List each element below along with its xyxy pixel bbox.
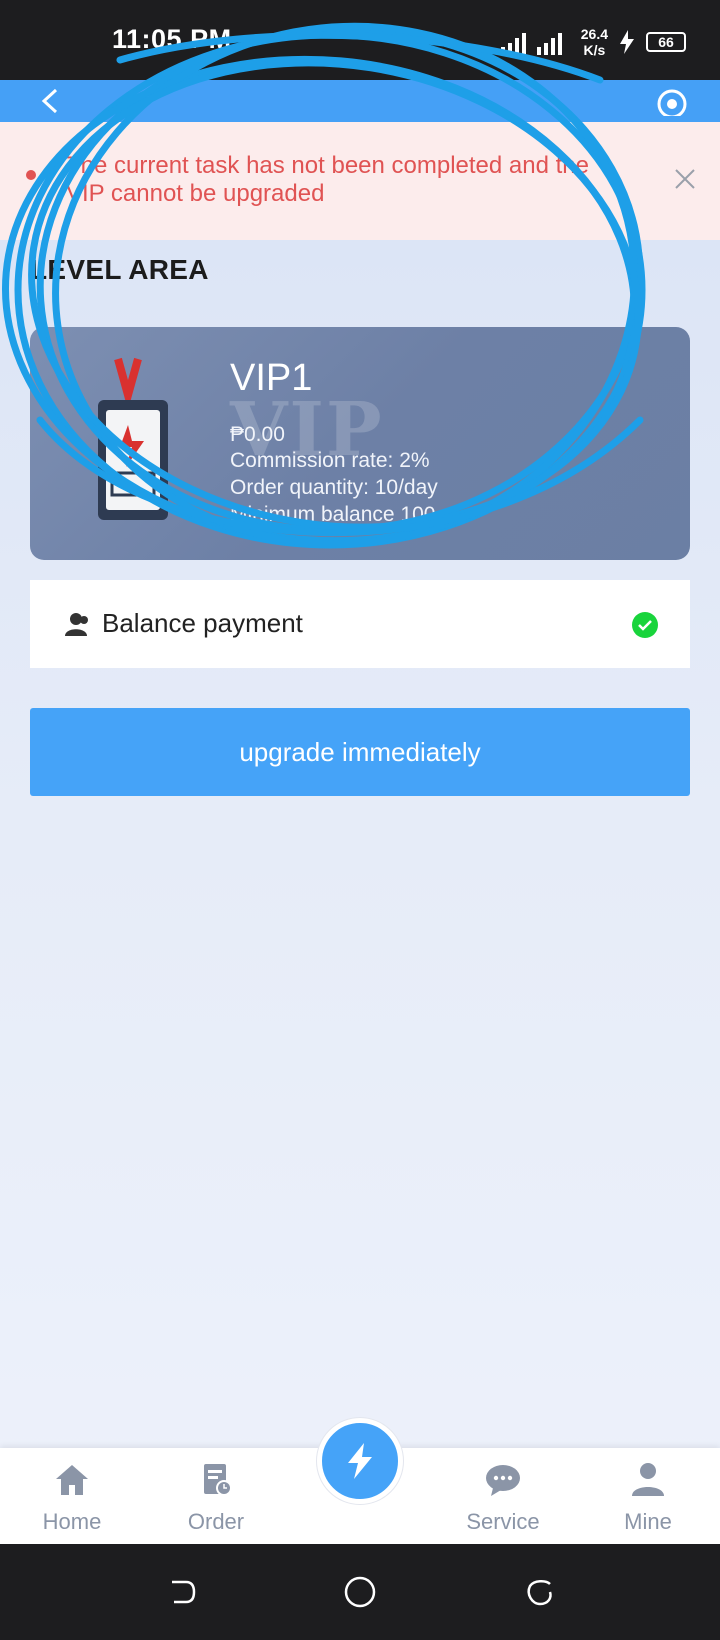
check-icon <box>632 612 658 638</box>
app-header <box>0 80 720 122</box>
signal-icon <box>500 33 562 55</box>
home-gesture-icon[interactable] <box>342 1574 378 1610</box>
nav-home-label: Home <box>42 1509 102 1534</box>
payment-label: Balance payment <box>102 608 303 638</box>
vip-level-card[interactable]: VIP VIP1 ₱0.00 Commission rate: 2% Order… <box>30 327 690 560</box>
vip-badge-icon <box>98 357 168 520</box>
vip-orders: Order quantity: 10/day <box>230 476 438 499</box>
chevron-left-icon <box>41 88 58 114</box>
status-time: 11:05 PM <box>112 24 232 54</box>
nav-order[interactable]: Order <box>161 1460 271 1535</box>
nav-home[interactable]: Home <box>17 1460 127 1535</box>
status-bar: 11:05 PM 26.4 K/s 66 <box>0 0 720 80</box>
page-title: LEVEL AREA <box>30 254 209 285</box>
payment-option-balance[interactable]: Balance payment <box>30 580 690 668</box>
toast-message: The current task has not been completed … <box>66 152 589 207</box>
nav-mine[interactable]: Mine <box>593 1460 703 1535</box>
user-icon <box>65 613 88 636</box>
vip-commission: Commission rate: 2% <box>230 449 430 472</box>
system-navigation-bar <box>0 1544 720 1640</box>
back-gesture-icon[interactable] <box>164 1574 200 1610</box>
home-icon <box>56 1465 88 1495</box>
recents-gesture-icon[interactable] <box>522 1574 558 1610</box>
upgrade-button[interactable]: upgrade immediately <box>30 708 690 796</box>
nav-center-action-button[interactable] <box>317 1418 403 1504</box>
order-icon <box>204 1464 232 1496</box>
toast-dot <box>26 170 36 180</box>
error-toast: The current task has not been completed … <box>0 122 720 240</box>
status-icons: 26.4 K/s 66 <box>500 22 686 62</box>
battery-indicator: 66 <box>646 32 686 52</box>
back-button[interactable] <box>36 86 66 116</box>
vip-min-balance: Minimum balance 100 <box>230 503 436 526</box>
nav-service[interactable]: Service <box>448 1460 558 1535</box>
close-icon <box>675 169 695 189</box>
nav-service-label: Service <box>466 1509 540 1534</box>
headset-icon <box>657 89 687 119</box>
charging-icon <box>620 30 634 54</box>
lightning-icon <box>348 1443 372 1479</box>
support-button[interactable] <box>654 86 690 119</box>
vip-price: ₱0.00 <box>230 423 285 446</box>
toast-close-button[interactable] <box>670 164 700 194</box>
chat-icon <box>486 1465 520 1496</box>
nav-order-label: Order <box>187 1509 245 1534</box>
vip-name: VIP1 <box>230 357 313 399</box>
profile-icon <box>632 1463 664 1496</box>
network-speed: 26.4 K/s <box>580 26 608 58</box>
nav-mine-label: Mine <box>624 1509 672 1534</box>
